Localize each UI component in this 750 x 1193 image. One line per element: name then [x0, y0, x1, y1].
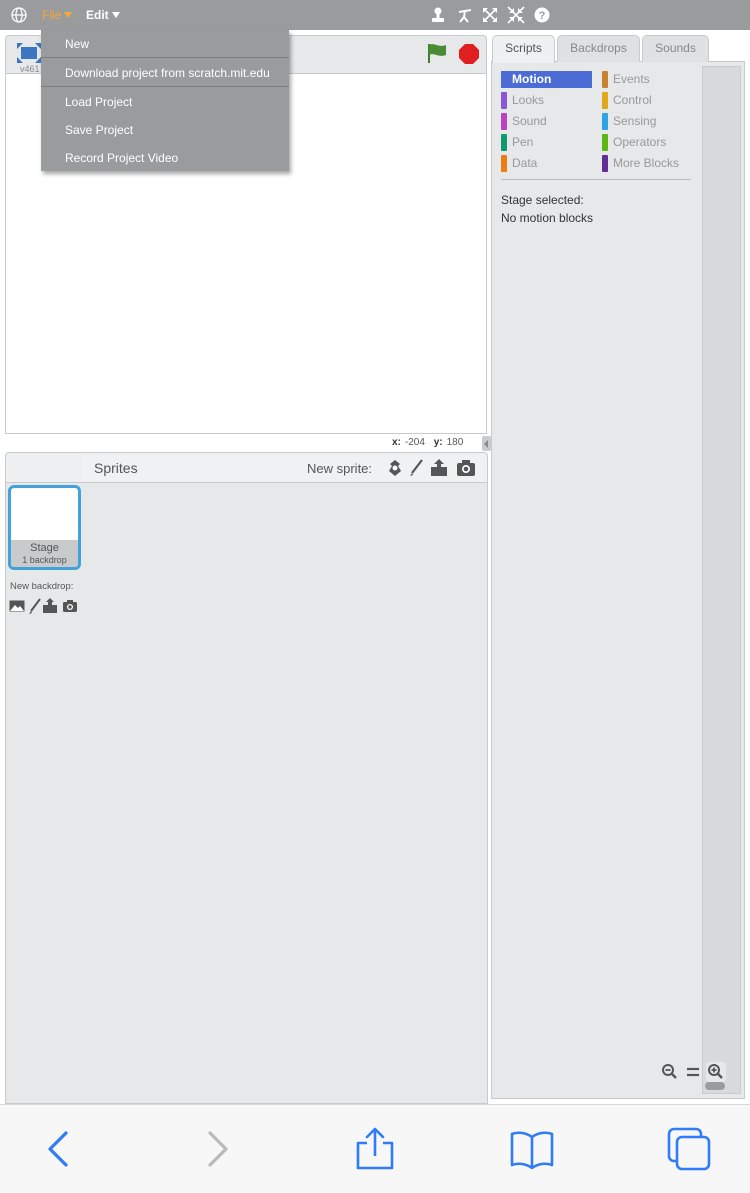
category-label: Sensing: [613, 114, 657, 128]
category-events[interactable]: Events: [602, 71, 650, 88]
category-color-swatch: [602, 134, 608, 151]
stage-selected-text: Stage selected:: [501, 193, 584, 207]
green-flag-icon[interactable]: [426, 42, 448, 64]
category-color-swatch: [501, 155, 507, 172]
category-label: Events: [613, 72, 650, 86]
camera-sprite-icon[interactable]: [456, 458, 476, 478]
backdrop-library-icon[interactable]: [9, 598, 25, 614]
category-label: Sound: [512, 114, 547, 128]
category-label: Operators: [613, 135, 667, 149]
zoom-reset-icon[interactable]: [683, 1062, 703, 1082]
menu-item-record-video[interactable]: Record Project Video: [65, 151, 178, 165]
menu-bar: File Edit ?: [0, 0, 750, 30]
tab-sounds[interactable]: Sounds: [642, 35, 709, 62]
forward-icon[interactable]: [196, 1127, 240, 1171]
stage-backdrop-count: 1 backdrop: [22, 555, 67, 565]
category-color-swatch: [602, 155, 608, 172]
category-color-swatch: [602, 92, 608, 109]
collapse-stage-tab[interactable]: [482, 436, 491, 451]
category-label: Control: [613, 93, 652, 107]
mouse-y-value: 180: [446, 437, 464, 448]
browser-toolbar: [0, 1104, 750, 1193]
category-color-swatch: [501, 134, 507, 151]
menu-item-download-project[interactable]: Download project from scratch.mit.edu: [65, 66, 270, 80]
sprites-title: Sprites: [94, 460, 138, 476]
menu-item-save-project[interactable]: Save Project: [65, 123, 133, 137]
bookmarks-icon[interactable]: [510, 1127, 554, 1171]
svg-text:?: ?: [539, 10, 546, 22]
script-area[interactable]: [702, 66, 741, 1094]
scrollbar-thumb[interactable]: [705, 1082, 725, 1090]
tabs-icon[interactable]: [667, 1127, 711, 1171]
stop-sign-icon[interactable]: [458, 43, 480, 65]
new-sprite-label: New sprite:: [307, 461, 373, 476]
new-backdrop-label: New backdrop:: [10, 581, 74, 592]
zoom-in-icon[interactable]: [706, 1062, 726, 1082]
paint-new-sprite-icon[interactable]: [406, 458, 426, 478]
category-color-swatch: [501, 92, 507, 109]
tab-backdrops[interactable]: Backdrops: [557, 35, 640, 62]
file-menu[interactable]: File: [42, 8, 73, 22]
palette-divider: [501, 179, 691, 180]
share-icon[interactable]: [353, 1127, 397, 1171]
no-blocks-text: No motion blocks: [501, 211, 594, 225]
category-label: More Blocks: [613, 156, 680, 170]
category-color-swatch: [602, 113, 608, 130]
camera-backdrop-icon[interactable]: [62, 598, 78, 614]
shrink-icon[interactable]: [507, 6, 525, 24]
help-icon[interactable]: ?: [533, 6, 551, 24]
delete-icon[interactable]: [456, 6, 474, 24]
edit-menu-label: Edit: [86, 8, 109, 22]
category-label: Pen: [512, 135, 534, 149]
y-label: y:: [433, 437, 443, 448]
x-label: x:: [392, 437, 401, 448]
category-sound[interactable]: Sound: [501, 113, 547, 130]
category-label: Looks: [512, 93, 545, 107]
menu-item-load-project[interactable]: Load Project: [65, 95, 132, 109]
palette-message: Stage selected: No motion blocks: [501, 191, 593, 227]
category-color-swatch: [501, 113, 507, 130]
mouse-coordinates: x: -204 y: 180: [392, 437, 469, 448]
category-data[interactable]: Data: [501, 155, 537, 172]
category-operators[interactable]: Operators: [602, 134, 666, 151]
menu-divider: [41, 57, 289, 58]
stage-thumbnail[interactable]: Stage 1 backdrop: [8, 485, 81, 570]
edit-menu[interactable]: Edit: [86, 8, 120, 22]
menu-divider: [41, 86, 289, 87]
sprite-library-header: Sprites New sprite:: [82, 453, 487, 483]
category-looks[interactable]: Looks: [501, 92, 544, 109]
category-sensing[interactable]: Sensing: [602, 113, 656, 130]
upload-backdrop-icon[interactable]: [42, 598, 58, 614]
tab-scripts[interactable]: Scripts: [492, 35, 555, 63]
category-motion[interactable]: Motion: [501, 71, 592, 88]
back-icon[interactable]: [36, 1127, 80, 1171]
globe-icon[interactable]: [10, 6, 28, 24]
category-control[interactable]: Control: [602, 92, 652, 109]
upload-sprite-icon[interactable]: [429, 458, 449, 478]
presentation-mode-icon[interactable]: [16, 42, 42, 64]
category-label: Data: [512, 156, 538, 170]
sprite-from-library-icon[interactable]: [385, 458, 405, 478]
paint-backdrop-icon[interactable]: [27, 598, 43, 614]
file-menu-label: File: [42, 8, 62, 22]
grow-icon[interactable]: [481, 6, 499, 24]
menu-item-new[interactable]: New: [65, 37, 89, 51]
category-label: Motion: [512, 72, 552, 86]
mouse-x-value: -204: [404, 437, 425, 448]
file-dropdown-menu: New Download project from scratch.mit.ed…: [41, 30, 289, 171]
zoom-out-icon[interactable]: [660, 1062, 680, 1082]
category-pen[interactable]: Pen: [501, 134, 533, 151]
category-more-blocks[interactable]: More Blocks: [602, 155, 679, 172]
stage-thumbnail-label: Stage: [30, 542, 59, 554]
sprite-library: Sprites New sprite:: [82, 452, 488, 1104]
duplicate-icon[interactable]: [429, 6, 447, 24]
category-color-swatch: [602, 71, 608, 88]
